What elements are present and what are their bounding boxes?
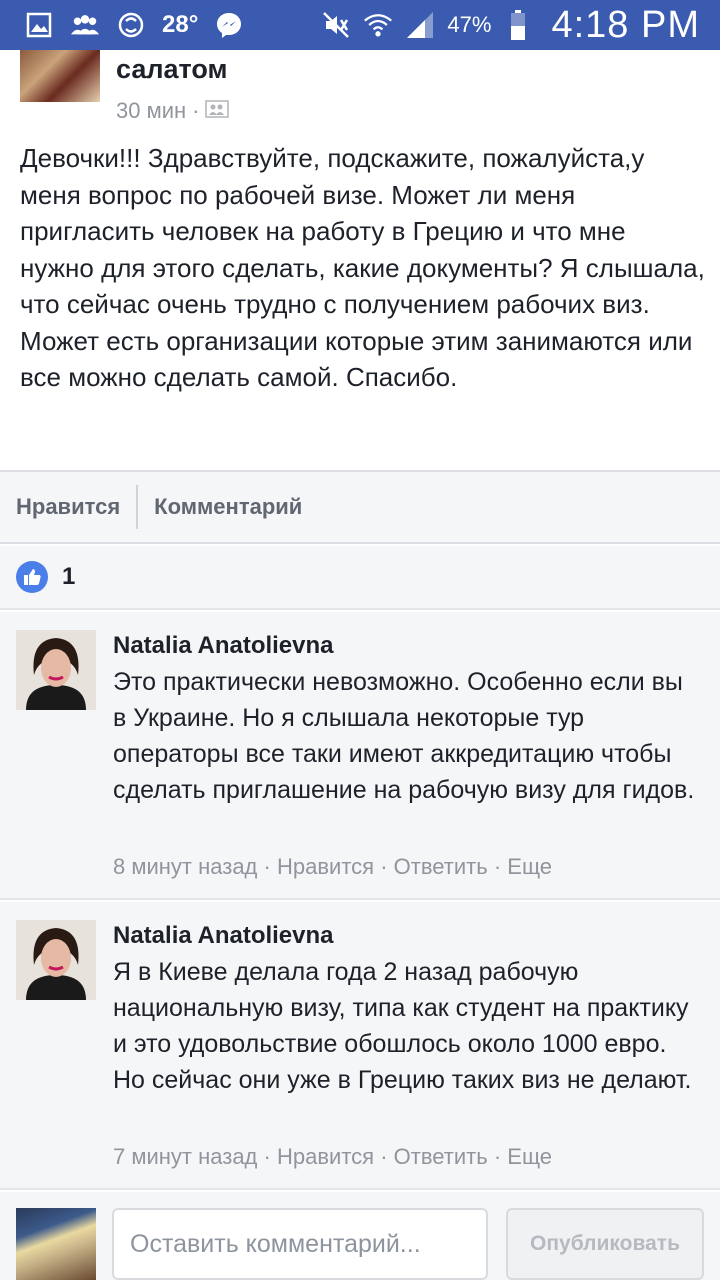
signal-icon [405, 10, 435, 40]
commenter-avatar[interactable] [16, 920, 96, 1000]
post-author-avatar[interactable] [20, 50, 100, 102]
wifi-icon [363, 10, 393, 40]
battery-icon [503, 10, 533, 40]
comment-text: Это практически невозможно. Особенно есл… [113, 668, 695, 804]
post-text: Девочки!!! Здравствуйте, подскажите, пож… [20, 143, 705, 392]
reaction-count: 1 [62, 563, 76, 590]
meta-separator: · [263, 854, 271, 879]
post-meta: 30 мин · [116, 98, 230, 124]
comment-time: 8 минут назад [113, 854, 258, 879]
comment: Natalia Anatolievna Это практически нево… [0, 612, 720, 900]
comment-reply-link[interactable]: Ответить [394, 854, 488, 879]
comment-meta: 8 минут назад · Нравится · Ответить · Ещ… [113, 854, 552, 880]
meta-separator: · [493, 1144, 502, 1169]
battery-percent: 47% [447, 12, 492, 37]
comment-like-link[interactable]: Нравится [277, 854, 374, 879]
comment-input[interactable] [112, 1208, 488, 1280]
meta-separator: · [192, 98, 200, 123]
comment-author[interactable]: Natalia Anatolievna [113, 922, 334, 950]
meta-separator: · [263, 1144, 271, 1169]
friends-icon [205, 98, 230, 124]
commenter-avatar[interactable] [16, 630, 96, 710]
comment: Natalia Anatolievna Я в Киеве делала год… [0, 902, 720, 1190]
comment-like-link[interactable]: Нравится [277, 1144, 374, 1169]
meta-separator: · [380, 854, 388, 879]
reactions-row[interactable]: 1 [0, 546, 720, 610]
post-action-bar: Нравится Комментарий [0, 472, 720, 544]
comment-more-link[interactable]: Еще [507, 854, 552, 879]
comment-author[interactable]: Natalia Anatolievna [113, 632, 334, 660]
clock: 4:18 PM [551, 3, 700, 46]
gallery-icon [24, 10, 54, 40]
comment-composer: Опубликовать [0, 1192, 720, 1280]
comment-more-link[interactable]: Еще [507, 1144, 552, 1169]
temperature-label: 28° [162, 11, 199, 38]
sync-icon [116, 10, 146, 40]
post-time[interactable]: 30 мин [116, 98, 186, 124]
comment-meta: 7 минут назад · Нравится · Ответить · Ещ… [113, 1144, 552, 1170]
current-user-avatar [16, 1208, 96, 1280]
comment-text: Я в Киеве делала года 2 назад рабочую на… [113, 958, 692, 1094]
messenger-icon [214, 10, 244, 40]
publish-button[interactable]: Опубликовать [506, 1208, 704, 1280]
mute-icon [321, 10, 351, 40]
status-bar: 28° 47% 4:18 PM [0, 0, 720, 50]
meta-separator: · [493, 854, 502, 879]
meta-separator: · [380, 1144, 388, 1169]
like-button[interactable]: Нравится [0, 485, 136, 529]
comment-reply-link[interactable]: Ответить [394, 1144, 488, 1169]
post-header: салатом 30 мин · [0, 50, 720, 130]
comment-button[interactable]: Комментарий [138, 485, 318, 529]
comment-time: 7 минут назад [113, 1144, 258, 1169]
post-title[interactable]: салатом [116, 54, 228, 85]
thumbs-up-icon [16, 561, 48, 593]
group-icon [70, 10, 100, 40]
